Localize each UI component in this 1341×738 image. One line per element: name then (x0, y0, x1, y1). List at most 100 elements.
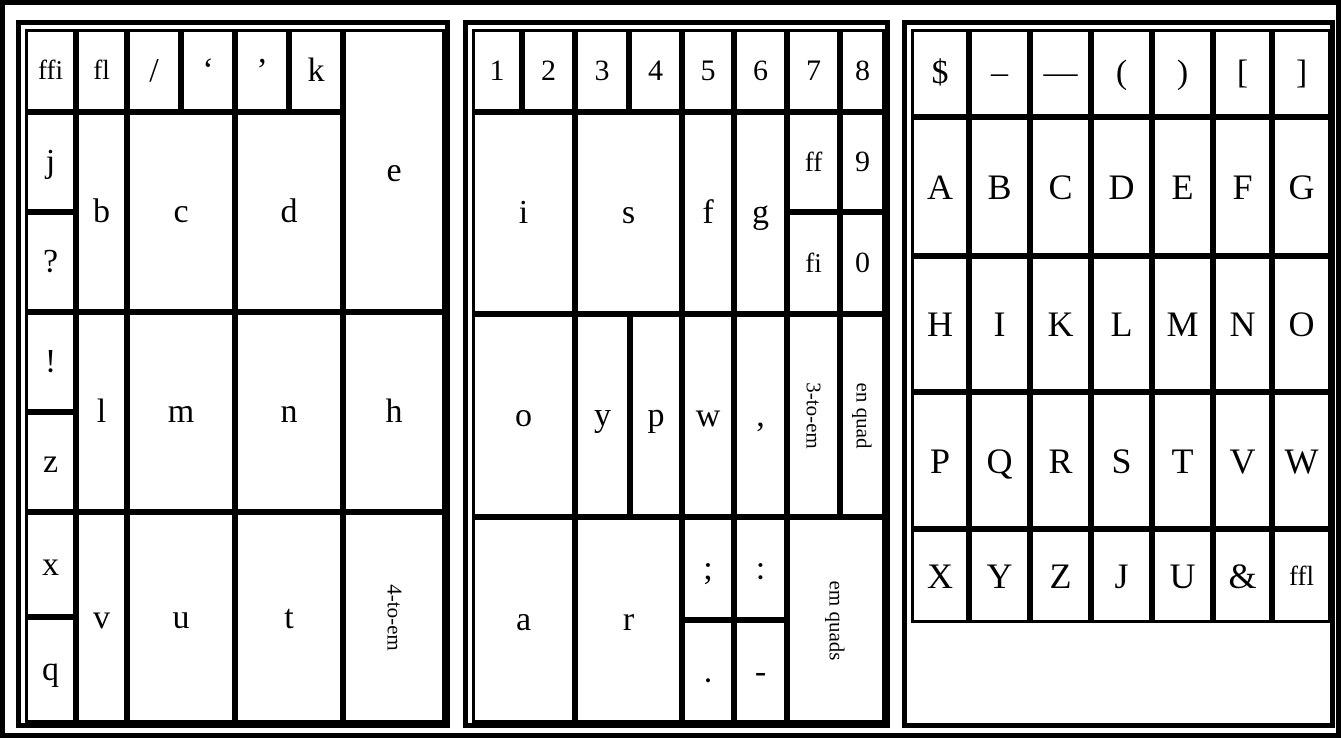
type-compartment-b[interactable]: b (76, 112, 127, 312)
type-compartment-fig-5[interactable]: 5 (682, 29, 734, 112)
type-compartment-em-quads[interactable]: em quads (787, 517, 885, 723)
type-compartment-f[interactable]: f (682, 112, 734, 314)
type-compartment-Q[interactable]: Q (969, 392, 1030, 529)
type-compartment-fl[interactable]: fl (76, 29, 127, 112)
type-compartment-q[interactable]: q (25, 617, 76, 723)
type-sort-label-en-quad: en quad (851, 382, 875, 449)
type-compartment-K[interactable]: K (1030, 256, 1091, 392)
type-compartment-g[interactable]: g (734, 112, 787, 314)
type-compartment-excl[interactable]: ! (25, 312, 76, 412)
type-compartment-em-dash[interactable]: — (1030, 29, 1091, 117)
type-compartment-X[interactable]: X (911, 529, 969, 623)
type-compartment-bracket-close[interactable]: ] (1272, 29, 1331, 117)
type-compartment-T[interactable]: T (1152, 392, 1213, 529)
type-compartment-S[interactable]: S (1091, 392, 1152, 529)
type-compartment-u[interactable]: u (127, 512, 235, 723)
type-compartment-c[interactable]: c (127, 112, 235, 312)
type-compartment-Z[interactable]: Z (1030, 529, 1091, 623)
type-compartment-U[interactable]: U (1152, 529, 1213, 623)
type-compartment-fig-8[interactable]: 8 (840, 29, 885, 112)
type-compartment-W[interactable]: W (1272, 392, 1331, 529)
type-compartment-t[interactable]: t (235, 512, 343, 723)
type-compartment-dollar[interactable]: $ (911, 29, 969, 117)
type-compartment-fig-9[interactable]: 9 (840, 112, 885, 212)
type-sort-label-r: r (622, 601, 635, 638)
type-compartment-fig-1[interactable]: 1 (472, 29, 522, 112)
type-compartment-A[interactable]: A (911, 117, 969, 256)
type-compartment-k[interactable]: k (289, 29, 343, 112)
type-compartment-P[interactable]: P (911, 392, 969, 529)
type-compartment-e[interactable]: e (343, 29, 445, 312)
type-compartment-E[interactable]: E (1152, 117, 1213, 256)
type-sort-label-I: I (993, 304, 1006, 344)
type-sort-label-g: g (752, 194, 769, 231)
type-compartment-period[interactable]: . (682, 620, 734, 723)
type-compartment-fig-4[interactable]: 4 (629, 29, 682, 112)
type-compartment-N[interactable]: N (1213, 256, 1272, 392)
type-compartment-fig-6[interactable]: 6 (734, 29, 787, 112)
type-compartment-paren-open[interactable]: ( (1091, 29, 1152, 117)
type-compartment-R[interactable]: R (1030, 392, 1091, 529)
type-compartment-D[interactable]: D (1091, 117, 1152, 256)
type-compartment-colon[interactable]: : (734, 517, 787, 620)
type-sort-label-fig-2: 2 (541, 53, 556, 87)
type-compartment-fig-0[interactable]: 0 (840, 212, 885, 314)
type-compartment-B[interactable]: B (969, 117, 1030, 256)
type-sort-label-fig-8: 8 (855, 53, 870, 87)
type-compartment-fi[interactable]: fi (787, 212, 840, 314)
type-compartment-p[interactable]: p (630, 314, 682, 517)
type-compartment-a[interactable]: a (472, 517, 575, 723)
type-compartment-v[interactable]: v (76, 512, 127, 723)
type-compartment-J[interactable]: J (1091, 529, 1152, 623)
type-compartment-semicolon[interactable]: ; (682, 517, 734, 620)
type-compartment-ffl[interactable]: ffl (1272, 529, 1331, 623)
type-compartment-G[interactable]: G (1272, 117, 1331, 256)
type-compartment-4-to-em[interactable]: 4-to-em (343, 512, 445, 723)
type-compartment-y[interactable]: y (575, 314, 630, 517)
type-sort-label-x: x (42, 545, 59, 583)
type-compartment-z[interactable]: z (25, 412, 76, 512)
type-compartment-amp[interactable]: & (1213, 529, 1272, 623)
type-compartment-ffi[interactable]: ffi (25, 29, 76, 112)
type-compartment-ff[interactable]: ff (787, 112, 840, 212)
type-compartment-i[interactable]: i (472, 112, 575, 314)
type-compartment-openquote[interactable]: ‘ (181, 29, 235, 112)
type-compartment-O[interactable]: O (1272, 256, 1331, 392)
type-sort-label-P: P (929, 440, 951, 481)
type-compartment-F[interactable]: F (1213, 117, 1272, 256)
type-compartment-fig-3[interactable]: 3 (575, 29, 629, 112)
type-compartment-r[interactable]: r (575, 517, 682, 723)
type-compartment-3-to-em[interactable]: 3-to-em (787, 314, 840, 517)
type-compartment-hyphen[interactable]: - (734, 620, 787, 723)
type-compartment-fig-2[interactable]: 2 (522, 29, 575, 112)
type-compartment-n[interactable]: n (235, 312, 343, 512)
type-compartment-fig-7[interactable]: 7 (787, 29, 840, 112)
type-compartment-en-quad[interactable]: en quad (840, 314, 885, 517)
type-compartment-I[interactable]: I (969, 256, 1030, 392)
type-compartment-o[interactable]: o (472, 314, 575, 517)
type-compartment-w[interactable]: w (682, 314, 734, 517)
type-sort-label-N: N (1229, 304, 1256, 344)
type-compartment-l[interactable]: l (76, 312, 127, 512)
type-compartment-bracket-open[interactable]: [ (1213, 29, 1272, 117)
type-compartment-L[interactable]: L (1091, 256, 1152, 392)
type-compartment-H[interactable]: H (911, 256, 969, 392)
type-compartment-m[interactable]: m (127, 312, 235, 512)
type-compartment-closequote[interactable]: ’ (235, 29, 289, 112)
type-compartment-qmark[interactable]: ? (25, 212, 76, 312)
type-compartment-slash[interactable]: / (127, 29, 181, 112)
type-compartment-comma[interactable]: , (734, 314, 787, 517)
type-compartment-x[interactable]: x (25, 512, 76, 617)
type-compartment-s[interactable]: s (575, 112, 682, 314)
type-compartment-en-dash[interactable]: – (969, 29, 1030, 117)
type-compartment-Y[interactable]: Y (969, 529, 1030, 623)
type-sort-label-fig-6: 6 (753, 53, 768, 87)
type-compartment-paren-close[interactable]: ) (1152, 29, 1213, 117)
type-compartment-V[interactable]: V (1213, 392, 1272, 529)
type-sort-label-ff: ff (804, 146, 823, 177)
type-compartment-d[interactable]: d (235, 112, 343, 312)
type-compartment-M[interactable]: M (1152, 256, 1213, 392)
type-compartment-C[interactable]: C (1030, 117, 1091, 256)
type-compartment-j[interactable]: j (25, 112, 76, 212)
type-compartment-h[interactable]: h (343, 312, 445, 512)
